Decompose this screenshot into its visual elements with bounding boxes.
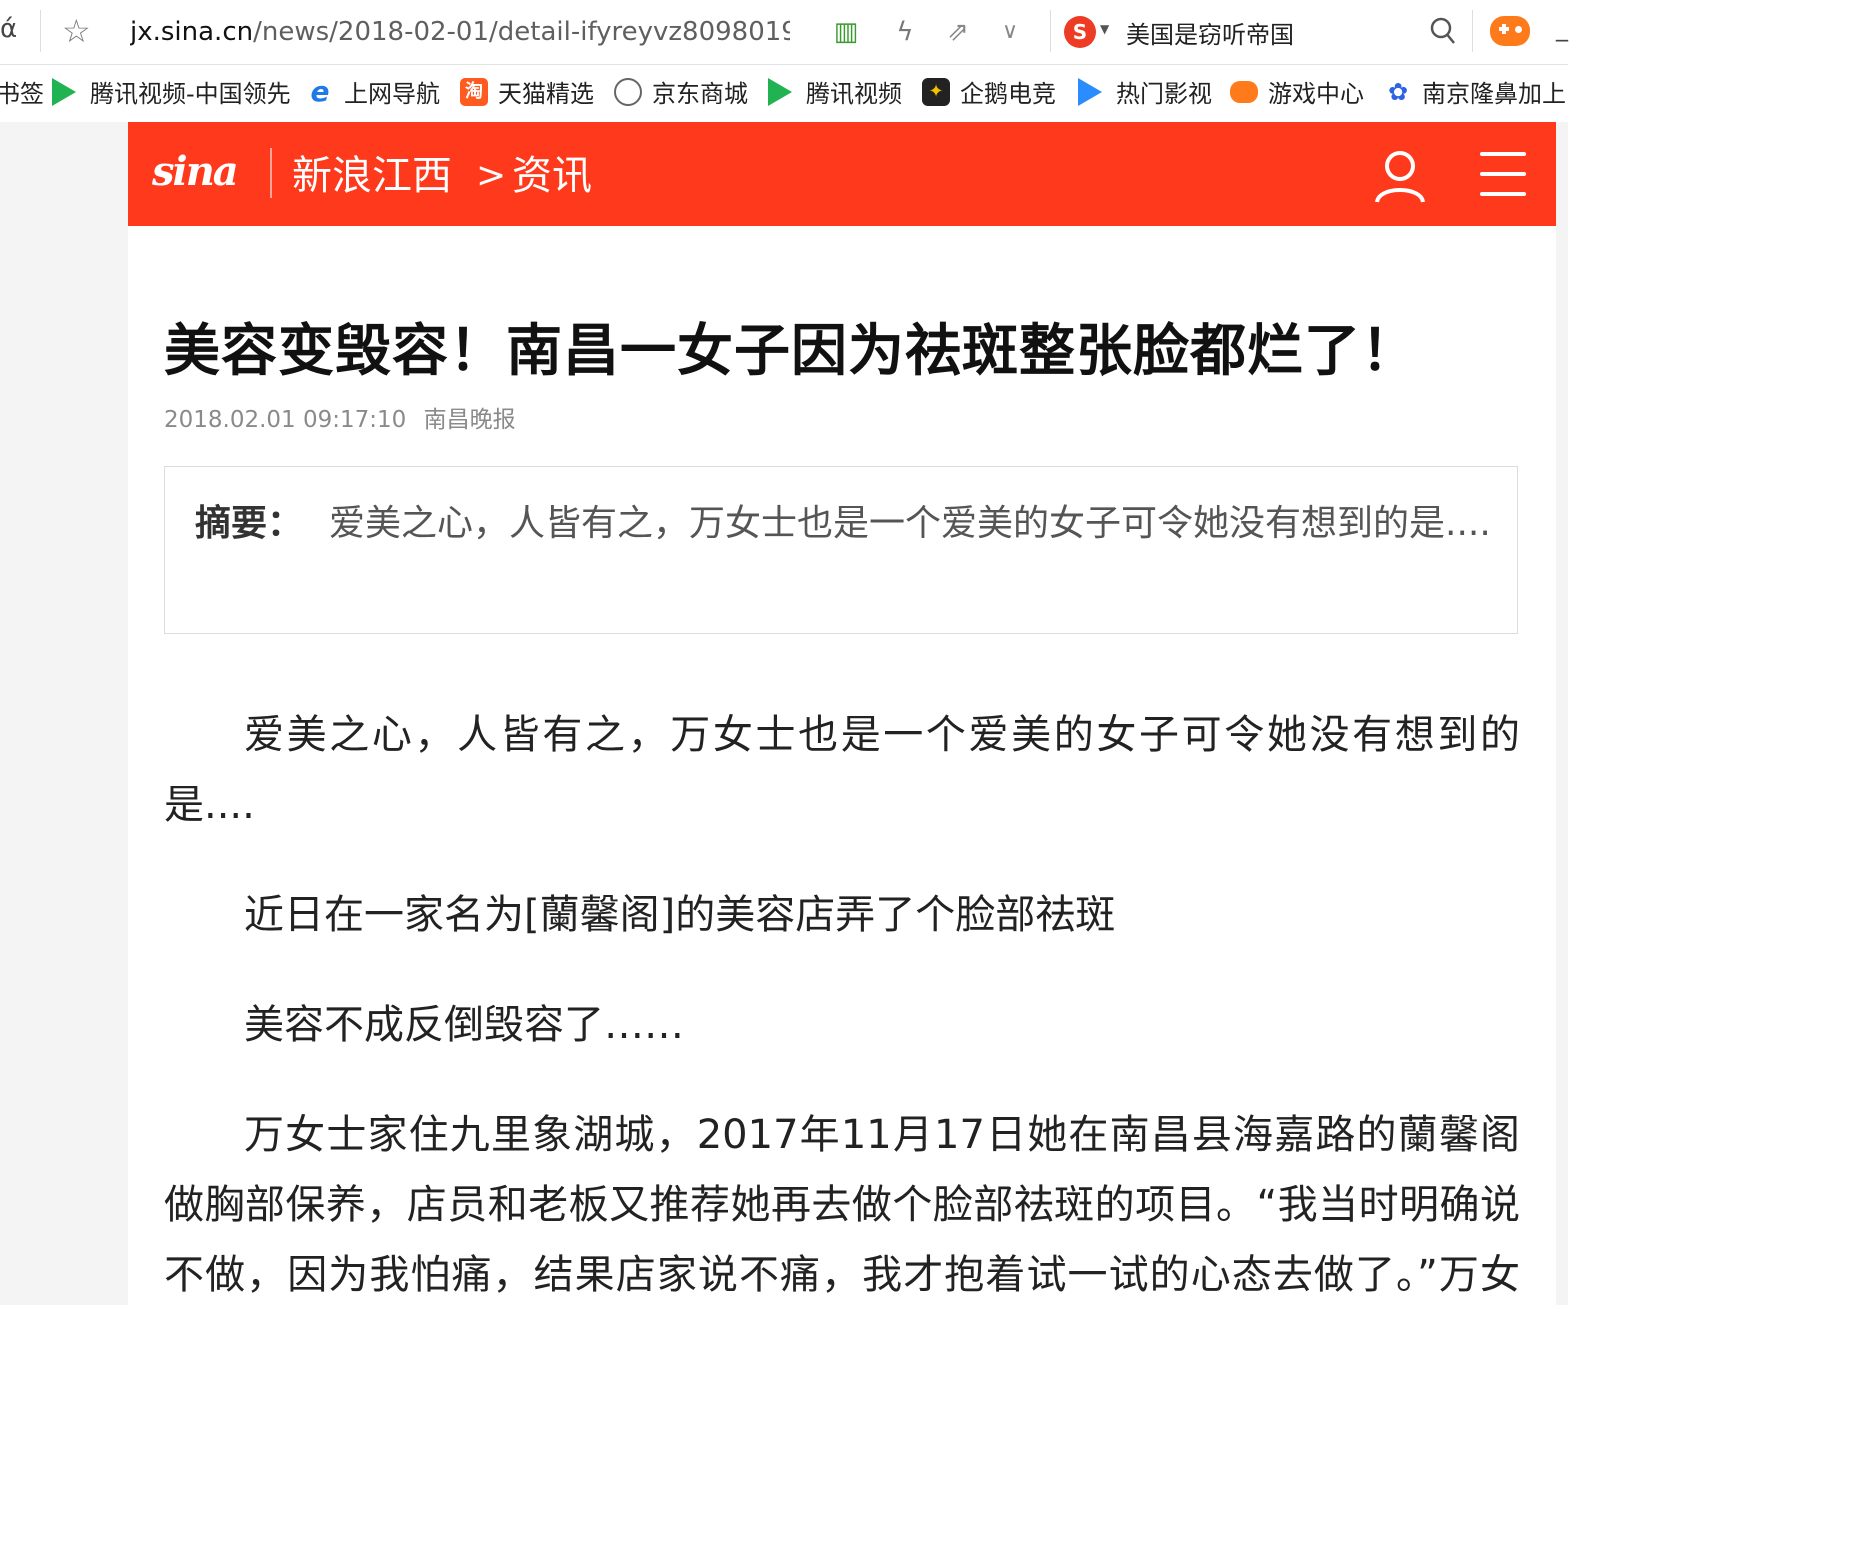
- browser-toolbar: ά ☆ jx.sina.cn/news/2018-02-01/detail-if…: [0, 0, 1568, 65]
- bookmark-label: 企鹅电竞: [960, 80, 1056, 108]
- bookmarks-bar: 书签 腾讯视频-中国领先 e 上网导航 淘天猫精选 京东商城 腾讯视频 ✦ 企鹅电竞…: [0, 65, 1568, 121]
- penguin-esports-icon: ✦: [922, 78, 950, 106]
- article-paragraph: 近日在一家名为[蘭馨阁]的美容店弄了个脸部祛斑: [244, 892, 1116, 938]
- toolbar-left-edge: ά: [0, 14, 18, 44]
- toolbar-divider: [1050, 10, 1051, 52]
- tencent-video-icon: [52, 78, 76, 106]
- bookmark-label: 天猫精选: [498, 80, 594, 108]
- bookmark-label: 腾讯视频-中国领先: [90, 80, 291, 108]
- globe-icon: [614, 78, 642, 106]
- header-divider: [270, 148, 272, 198]
- bookmark-item[interactable]: ✦ 企鹅电竞: [922, 65, 1056, 121]
- bookmark-label: 热门影视: [1116, 80, 1212, 108]
- breadcrumb-section[interactable]: 资讯: [512, 150, 592, 202]
- breadcrumb-channel[interactable]: 新浪江西: [292, 150, 452, 202]
- toolbar-divider: [1472, 10, 1473, 52]
- article-datetime: 2018.02.01 09:17:10: [164, 407, 407, 433]
- tmall-icon: 淘: [460, 78, 488, 106]
- lightning-icon[interactable]: ϟ: [890, 12, 920, 52]
- chevron-down-icon[interactable]: ∨: [995, 12, 1025, 52]
- toolbar-right-edge: _: [1556, 14, 1568, 42]
- page-gutter-right: [1556, 122, 1568, 1305]
- summary-box: 摘要： 爱美之心，人皆有之，万女士也是一个爱美的女子可令她没有想到的是....: [164, 466, 1518, 634]
- article-paragraph: 万女士家住九里象湖城，2017年11月17日她在南昌县海嘉路的蘭馨阁做胸部保养，…: [164, 1112, 1520, 1298]
- article-meta: 2018.02.01 09:17:10 南昌晚报: [164, 400, 516, 434]
- address-bar-url[interactable]: jx.sina.cn/news/2018-02-01/detail-ifyrey…: [130, 12, 790, 52]
- url-host: jx.sina.cn: [130, 17, 254, 47]
- bookmark-item[interactable]: 游戏中心: [1230, 65, 1364, 121]
- bookmark-label: 南京隆鼻加上: [1422, 80, 1566, 108]
- bookmark-item[interactable]: 腾讯视频-中国领先: [52, 65, 291, 121]
- summary-content: 爱美之心，人皆有之，万女士也是一个爱美的女子可令她没有想到的是....: [329, 503, 1491, 544]
- bookmark-label: 上网导航: [344, 80, 440, 108]
- bookmark-label: 腾讯视频: [806, 80, 902, 108]
- game-center-icon[interactable]: [1490, 16, 1530, 46]
- baidu-paw-icon: ✿: [1387, 78, 1409, 106]
- share-icon[interactable]: ⇗: [942, 12, 974, 52]
- bookmark-label: 京东商城: [652, 80, 748, 108]
- site-header: sina 新浪江西 > 资讯: [128, 122, 1556, 226]
- sina-logo[interactable]: sina: [152, 148, 239, 195]
- bookmark-label: 游戏中心: [1268, 80, 1364, 108]
- article-title: 美容变毁容！南昌一女子因为祛斑整张脸都烂了！: [164, 319, 1418, 384]
- gamepad-icon: [1230, 81, 1258, 103]
- reader-mode-icon[interactable]: ▥: [828, 12, 864, 52]
- tencent-video-icon: [768, 78, 792, 106]
- breadcrumb-separator: >: [476, 155, 507, 196]
- ie-icon: e: [310, 75, 330, 108]
- url-path: /news/2018-02-01/detail-ifyreyvz8098019.…: [253, 17, 790, 47]
- star-bookmark-icon[interactable]: ☆: [62, 12, 91, 50]
- bookmark-item[interactable]: e 上网导航: [306, 65, 441, 121]
- bookmark-item[interactable]: 腾讯视频: [768, 65, 902, 121]
- article-paragraph: 爱美之心，人皆有之，万女士也是一个爱美的女子可令她没有想到的是....: [164, 712, 1520, 828]
- play-icon: [1078, 78, 1102, 106]
- search-icon[interactable]: [1428, 14, 1458, 48]
- bookmark-item[interactable]: 淘天猫精选: [460, 65, 594, 121]
- article-source[interactable]: 南昌晚报: [424, 407, 516, 433]
- summary-text: 摘要： 爱美之心，人皆有之，万女士也是一个爱美的女子可令她没有想到的是....: [195, 497, 1495, 551]
- summary-label: 摘要：: [195, 503, 304, 544]
- article: 美容变毁容！南昌一女子因为祛斑整张脸都烂了！ 2018.02.01 09:17:…: [128, 226, 1556, 1305]
- engine-dropdown-caret-icon[interactable]: ▼: [1100, 22, 1109, 36]
- bookmark-item[interactable]: ✿ 南京隆鼻加上: [1384, 65, 1566, 121]
- bookmark-item[interactable]: 热门影视: [1078, 65, 1212, 121]
- bookmark-item[interactable]: 书签: [0, 65, 44, 121]
- toolbar-divider: [40, 10, 41, 52]
- user-icon[interactable]: [1372, 148, 1428, 204]
- search-input[interactable]: [1126, 12, 1416, 52]
- article-paragraph: 美容不成反倒毁容了……: [244, 1002, 684, 1048]
- bookmark-item[interactable]: 京东商城: [614, 65, 748, 121]
- page-gutter-left: [0, 122, 128, 1305]
- bookmark-label: 书签: [0, 80, 44, 108]
- article-body: 爱美之心，人皆有之，万女士也是一个爱美的女子可令她没有想到的是.... 近日在一…: [164, 700, 1520, 1305]
- sogou-search-engine-icon[interactable]: S: [1064, 16, 1096, 48]
- hamburger-menu-icon[interactable]: [1480, 152, 1526, 196]
